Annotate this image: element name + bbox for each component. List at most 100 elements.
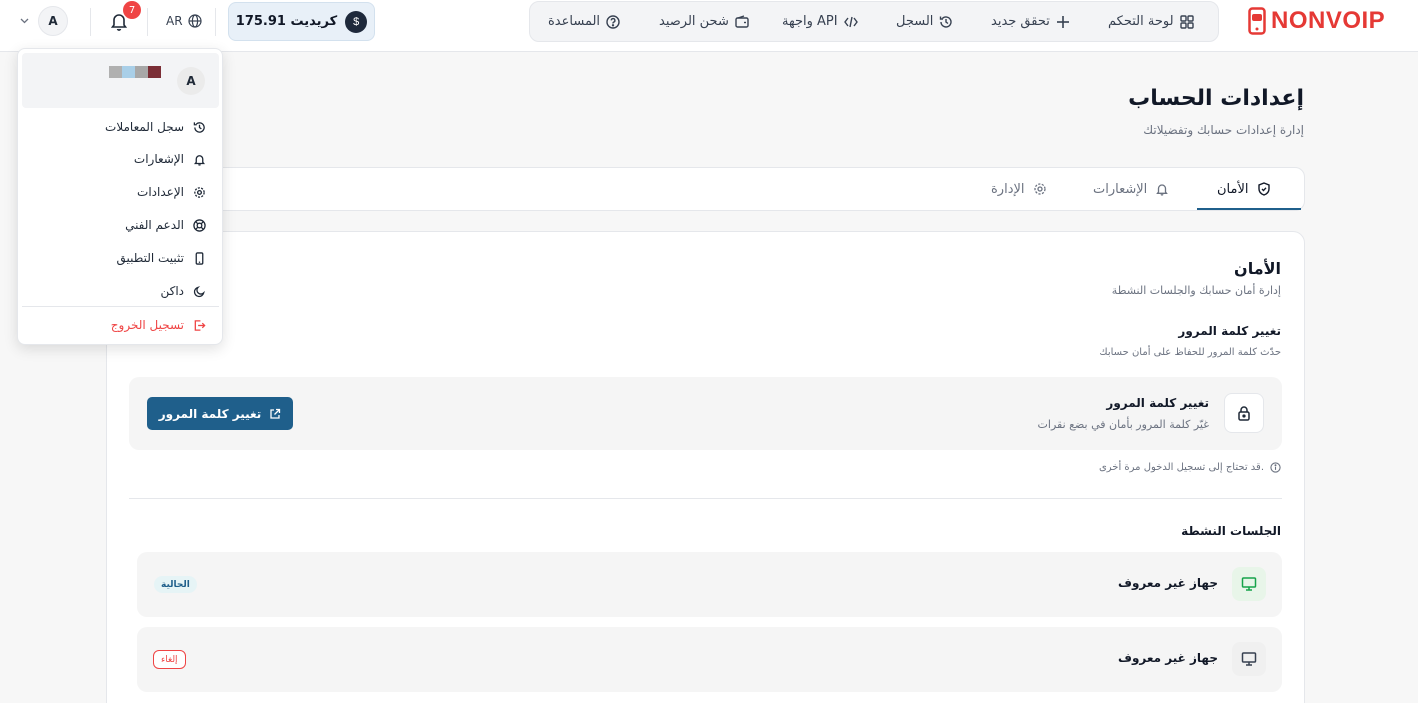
main-nav: لوحة التحكم تحقق جديد السجل واجهة API شح… [529, 1, 1219, 42]
logout-icon [194, 319, 206, 331]
change-password-subtitle: غيّر كلمة المرور بأمان في بضع نقرات [1037, 418, 1209, 431]
plus-icon [1056, 15, 1069, 28]
menu-item-label: داكن [160, 284, 184, 298]
menu-item-transactions[interactable]: سجل المعاملات [105, 117, 206, 137]
nav-item-label: السجل [896, 14, 934, 29]
device-tile [1232, 642, 1266, 676]
language-label: AR [166, 14, 183, 28]
language-switcher[interactable]: AR [166, 11, 202, 31]
device-name: جهاز غير معروف [1118, 576, 1218, 590]
nav-item-top-up[interactable]: شحن الرصيد [659, 2, 749, 41]
info-icon [1270, 462, 1281, 473]
external-link-icon [270, 408, 281, 419]
change-password-panel: تغيير كلمة المرور غيّر كلمة المرور بأمان… [129, 377, 1282, 450]
redacted-username [109, 66, 161, 78]
relogin-note-text: قد تحتاج إلى تسجيل الدخول مرة أخرى. [1098, 462, 1264, 473]
menu-item-label: الدعم الفني [125, 218, 184, 232]
top-header: NONVOIP لوحة التحكم تحقق جديد السجل واجه… [0, 0, 1418, 52]
page-title: إعدادات الحساب [1128, 86, 1304, 111]
menu-item-label: تثبيت التطبيق [116, 251, 184, 265]
current-session-badge: الحالية [154, 576, 197, 593]
menu-item-install-app[interactable]: تثبيت التطبيق [116, 248, 206, 268]
settings-tabs: الأمان الإشعارات الإدارة [106, 167, 1305, 211]
nav-item-label: المساعدة [548, 14, 601, 29]
nav-item-label: لوحة التحكم [1108, 14, 1174, 29]
menu-item-dark-mode[interactable]: داكن [160, 281, 206, 301]
nav-item-api[interactable]: واجهة API [782, 2, 858, 41]
user-avatar-button[interactable]: A [38, 6, 68, 36]
user-menu-header: A [22, 53, 219, 108]
credit-balance: 175.91 كريديت [235, 14, 338, 29]
lock-icon [1238, 406, 1250, 421]
page-subtitle: إدارة إعدادات حسابك وتفضيلاتك [1143, 123, 1304, 137]
section-title: الأمان [1234, 259, 1281, 278]
phone-chat-icon [1248, 7, 1266, 35]
section-subtitle: إدارة أمان حسابك والجلسات النشطة [1111, 284, 1281, 297]
menu-item-notifications[interactable]: الإشعارات [134, 149, 206, 169]
relogin-note: قد تحتاج إلى تسجيل الدخول مرة أخرى. [1099, 462, 1281, 473]
change-password-button-label: تغيير كلمة المرور [158, 406, 262, 421]
nav-item-label: شحن الرصيد [659, 14, 729, 29]
brand-logo[interactable]: NONVOIP [1248, 6, 1385, 36]
nav-item-new-verification[interactable]: تحقق جديد [991, 2, 1070, 41]
header-divider [147, 8, 148, 36]
tab-notifications[interactable]: الإشعارات [1093, 168, 1169, 210]
history-icon [940, 15, 953, 28]
moon-icon [193, 285, 205, 297]
tab-label: الأمان [1217, 181, 1249, 197]
dollar-icon: $ [345, 10, 368, 33]
security-card: الأمان إدارة أمان حسابك والجلسات النشطة … [106, 231, 1305, 703]
revoke-session-button[interactable]: إلغاء [153, 650, 186, 669]
device-name: جهاز غير معروف [1118, 651, 1218, 665]
grid-icon [1179, 14, 1194, 29]
monitor-icon [1241, 652, 1257, 666]
password-section-subtitle: حدّث كلمة المرور للحفاظ على أمان حسابك [1099, 347, 1281, 358]
session-row-current: جهاز غير معروف الحالية [137, 552, 1282, 617]
monitor-icon [1241, 577, 1257, 591]
lock-tile [1224, 393, 1264, 433]
menu-item-support[interactable]: الدعم الفني [125, 215, 206, 235]
avatar: A [177, 67, 205, 95]
wallet-icon [735, 14, 749, 28]
header-divider [215, 8, 216, 36]
password-section-title: تغيير كلمة المرور [1178, 324, 1281, 338]
device-tile [1232, 567, 1266, 601]
active-tab-indicator [1197, 208, 1301, 210]
gear-icon [194, 186, 205, 198]
menu-divider [22, 306, 219, 307]
tab-label: الإدارة [991, 181, 1025, 197]
header-divider [90, 8, 91, 36]
nav-item-history[interactable]: السجل [896, 2, 953, 41]
bell-icon [1156, 184, 1169, 196]
globe-icon [187, 14, 202, 28]
menu-item-label: الإعدادات [137, 185, 184, 199]
menu-item-label: الإشعارات [133, 152, 184, 166]
smartphone-icon [195, 251, 204, 265]
chevron-down-icon[interactable] [19, 15, 30, 26]
credit-balance-button[interactable]: 175.91 كريديت $ [228, 2, 375, 41]
nav-item-dashboard[interactable]: لوحة التحكم [1108, 2, 1194, 41]
history-icon [193, 121, 205, 133]
lifebuoy-icon [193, 218, 206, 232]
active-sessions-title: الجلسات النشطة [1181, 524, 1281, 538]
menu-item-settings[interactable]: الإعدادات [137, 182, 206, 202]
notification-count-badge: 7 [123, 1, 141, 19]
session-row: جهاز غير معروف إلغاء [137, 627, 1282, 692]
brand-logo-text: NONVOIP [1271, 7, 1386, 34]
change-password-button[interactable]: تغيير كلمة المرور [147, 397, 293, 430]
change-password-title: تغيير كلمة المرور [1106, 396, 1209, 410]
code-icon [843, 16, 858, 27]
tab-label: الإشعارات [1093, 181, 1148, 197]
bell-icon [194, 154, 205, 166]
nav-item-help[interactable]: المساعدة [548, 2, 620, 41]
menu-item-logout[interactable]: تسجيل الخروج [111, 315, 206, 335]
section-divider [129, 498, 1282, 499]
nav-item-label: تحقق جديد [991, 14, 1050, 29]
gear-icon [1033, 183, 1046, 195]
menu-item-label: تسجيل الخروج [110, 318, 184, 332]
shield-icon [1257, 182, 1270, 196]
tab-management[interactable]: الإدارة [991, 168, 1047, 210]
help-circle-icon [606, 14, 620, 29]
tab-security[interactable]: الأمان [1217, 168, 1271, 210]
user-dropdown-menu: A سجل المعاملات الإشعارات الإعدادات الدع… [17, 48, 223, 345]
